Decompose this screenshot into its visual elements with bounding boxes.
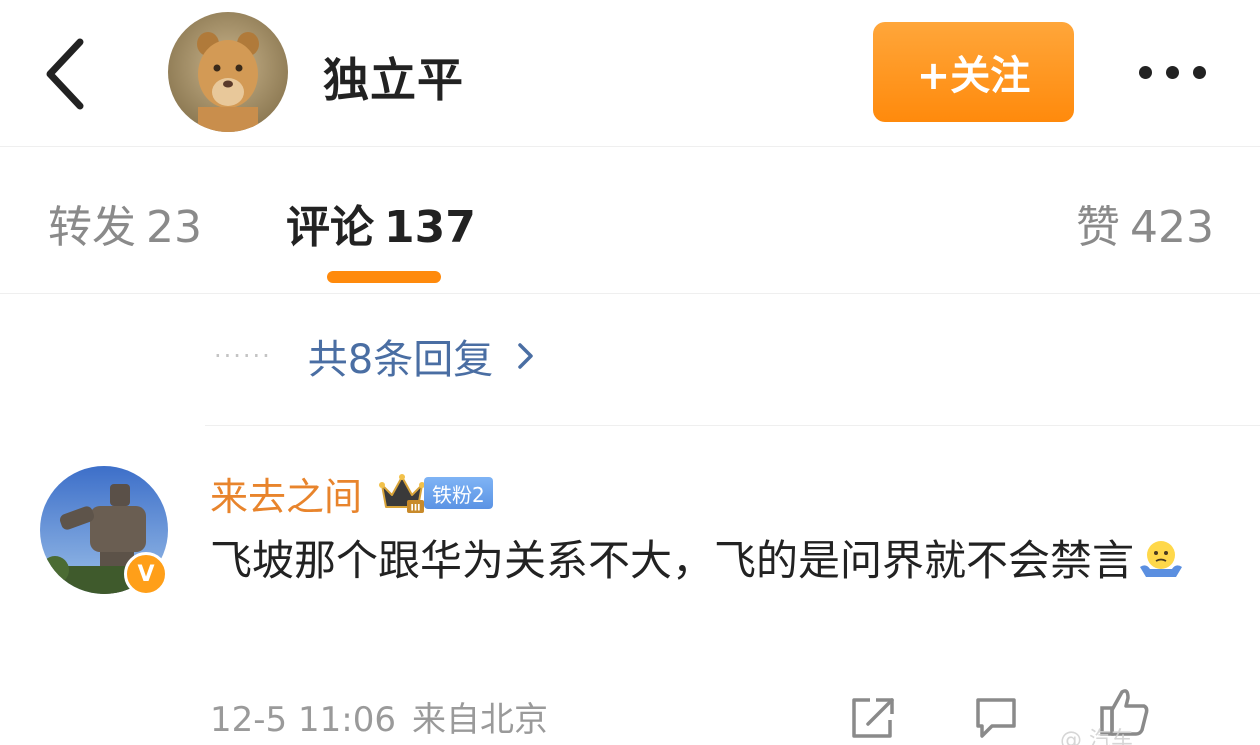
replies-row: ······ 共8条回复 bbox=[214, 328, 537, 384]
active-tab-indicator bbox=[327, 271, 441, 283]
comment-text: 飞坡那个跟华为关系不大，飞的是问界就不会禁言 bbox=[210, 536, 1135, 585]
tab-likes[interactable]: 赞 423 bbox=[1076, 191, 1214, 255]
shrug-emoji-icon bbox=[1140, 541, 1183, 577]
share-icon bbox=[852, 698, 894, 738]
share-button[interactable] bbox=[848, 694, 898, 740]
lion-cub-avatar-image bbox=[168, 12, 288, 132]
watermark: @ 汽车 bbox=[1060, 728, 1133, 745]
verified-badge-icon: V bbox=[124, 552, 168, 596]
page-title[interactable]: 独立平 bbox=[323, 44, 464, 110]
comment-meta: 12-5 11:06 来自北京 bbox=[210, 692, 548, 741]
follow-button[interactable]: +关注 bbox=[873, 22, 1074, 122]
tab-count: 423 bbox=[1130, 202, 1214, 253]
more-icon-dot bbox=[1165, 65, 1179, 79]
more-icon bbox=[1138, 65, 1152, 79]
reply-button[interactable] bbox=[972, 694, 1020, 740]
more-button[interactable] bbox=[1124, 44, 1220, 100]
tab-label: 评论 bbox=[286, 202, 374, 253]
tab-label: 赞 bbox=[1076, 202, 1121, 253]
view-replies-link[interactable]: 共8条回复 bbox=[308, 327, 537, 385]
crown-level-label: III bbox=[410, 504, 420, 514]
comment-page: 独立平 +关注 转发23 评论137 赞423 ······ 共8条回复 bbox=[0, 0, 1260, 745]
divider bbox=[205, 425, 1260, 426]
fan-badge: 铁粉2 bbox=[424, 477, 493, 509]
chevron-right-icon bbox=[518, 343, 533, 369]
more-icon-dot bbox=[1192, 65, 1206, 79]
chevron-left-icon bbox=[46, 38, 84, 110]
comment-location: 来自北京 bbox=[411, 700, 548, 740]
comment-username[interactable]: 来去之间 bbox=[210, 466, 362, 521]
tab-bar: 转发 23 评论 137 赞 423 bbox=[0, 147, 1260, 294]
comment-header: 来去之间 III 铁粉2 bbox=[210, 466, 493, 520]
comment-icon bbox=[976, 698, 1016, 738]
comment-body: 飞坡那个跟华为关系不大，飞的是问界就不会禁言 bbox=[210, 532, 1210, 590]
comment-time: 12-5 11:06 bbox=[210, 700, 396, 740]
tab-repost[interactable]: 转发 23 bbox=[48, 191, 202, 255]
comment-avatar[interactable]: V bbox=[40, 466, 170, 596]
replies-label: 共8条回复 bbox=[307, 337, 494, 383]
tab-comments[interactable]: 评论 137 bbox=[286, 191, 476, 255]
avatar[interactable] bbox=[168, 12, 288, 132]
tab-count: 23 bbox=[146, 202, 202, 253]
crown-icon: III bbox=[379, 474, 426, 514]
tab-count: 137 bbox=[384, 202, 476, 253]
top-bar: 独立平 +关注 bbox=[0, 0, 1260, 147]
tab-label: 转发 bbox=[48, 202, 136, 253]
back-button[interactable] bbox=[30, 36, 100, 112]
replies-dots: ······ bbox=[214, 342, 272, 370]
